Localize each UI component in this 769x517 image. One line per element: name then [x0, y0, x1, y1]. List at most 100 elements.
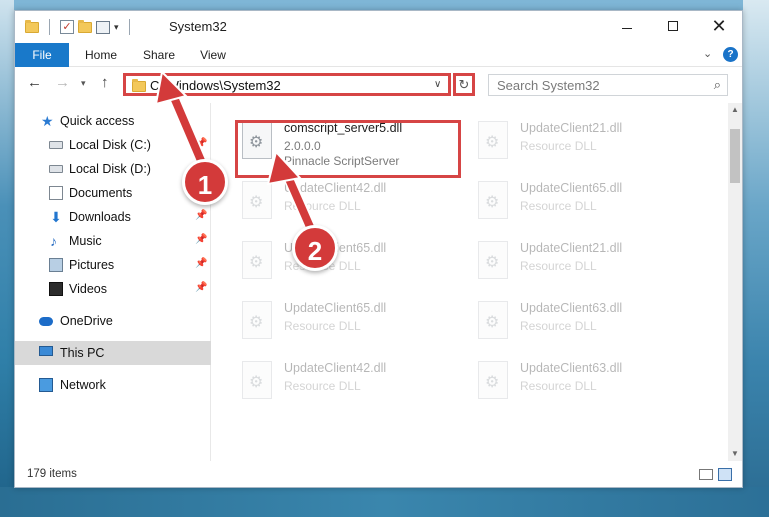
scroll-down-icon[interactable]: ▼ — [728, 449, 742, 458]
drive-icon — [49, 165, 63, 173]
quick-access-toolbar: ✓ ▾ — [25, 19, 136, 35]
expand-ribbon-chevron-icon[interactable]: ⌄ — [703, 47, 712, 60]
close-icon: ✕ — [711, 15, 727, 36]
recent-locations-chevron-icon[interactable]: ▾ — [81, 78, 86, 89]
toolbar-separator — [128, 19, 130, 35]
sidebar-item-label: Local Disk (C:) — [69, 138, 151, 152]
dll-file-icon — [242, 301, 272, 339]
navigation-pane: ★ Quick access Local Disk (C:) 📌 Local D… — [15, 103, 211, 461]
file-item[interactable]: UpdateClient21.dll Resource DLL — [474, 113, 704, 169]
desktop-background-left — [0, 0, 14, 517]
scrollbar-thumb[interactable] — [730, 129, 740, 183]
pin-icon: 📌 — [195, 234, 208, 245]
dll-file-icon — [478, 181, 508, 219]
file-item[interactable]: UpdateClient65.dll Resource DLL — [474, 173, 704, 229]
minimize-button[interactable] — [604, 11, 650, 41]
pin-icon: 📌 — [195, 258, 208, 269]
sidebar-item-label: This PC — [60, 346, 105, 360]
sidebar-item-pictures[interactable]: Pictures 📌 — [15, 253, 211, 277]
up-arrow-icon[interactable]: ↑ — [101, 74, 109, 91]
status-bar: 179 items — [15, 463, 742, 487]
vertical-scrollbar[interactable]: ▲ ▼ — [728, 103, 742, 461]
file-type: Resource DLL — [284, 319, 361, 333]
dll-file-icon — [478, 301, 508, 339]
callout-step-1: 1 — [182, 159, 228, 205]
pin-icon: 📌 — [195, 138, 208, 149]
sidebar-item-videos[interactable]: Videos 📌 — [15, 277, 211, 301]
pin-icon: 📌 — [195, 210, 208, 221]
maximize-icon — [668, 21, 678, 31]
sidebar-item-label: Documents — [69, 186, 133, 200]
address-row: ← → ▾ ↑ C:\Windows\System32 ∨ ↻ Search S… — [15, 68, 742, 102]
tab-share[interactable]: Share — [137, 43, 181, 67]
properties-icon[interactable] — [96, 20, 110, 34]
search-placeholder: Search System32 — [497, 78, 600, 93]
scroll-up-icon[interactable]: ▲ — [728, 105, 742, 114]
folder-icon — [25, 19, 39, 33]
file-name: UpdateClient21.dll — [520, 241, 623, 255]
file-name: UpdateClient42.dll — [284, 181, 387, 195]
file-item[interactable]: UpdateClient42.dll Resource DLL — [238, 353, 468, 409]
file-item[interactable]: UpdateClient63.dll Resource DLL — [474, 353, 704, 409]
tab-home[interactable]: Home — [77, 43, 125, 67]
tab-file[interactable]: File — [15, 43, 69, 67]
pictures-icon — [49, 258, 63, 272]
sidebar-item-label: Local Disk (D:) — [69, 162, 151, 176]
refresh-icon: ↻ — [458, 77, 470, 92]
drive-icon — [49, 141, 63, 149]
file-name: UpdateClient65.dll — [284, 301, 387, 315]
new-folder-icon[interactable] — [78, 19, 92, 33]
sidebar-item-this-pc[interactable]: This PC — [15, 341, 211, 365]
desktop-background-bottom — [0, 487, 769, 517]
window-title: System32 — [169, 19, 227, 34]
downloads-icon: ⬇ — [50, 209, 62, 225]
onedrive-icon — [39, 317, 53, 326]
music-icon: ♪ — [50, 233, 57, 249]
network-icon — [39, 378, 53, 392]
minimize-icon — [622, 27, 632, 29]
file-item[interactable]: UpdateClient42.dll Resource DLL — [238, 173, 468, 229]
file-name: UpdateClient21.dll — [520, 121, 623, 135]
refresh-button[interactable]: ↻ — [453, 73, 475, 96]
file-item[interactable]: UpdateClient63.dll Resource DLL — [474, 293, 704, 349]
sidebar-item-onedrive[interactable]: OneDrive — [15, 309, 211, 333]
star-icon: ★ — [41, 113, 54, 129]
close-button[interactable]: ✕ — [696, 11, 742, 41]
item-count: 179 items — [27, 468, 77, 480]
search-input[interactable]: Search System32 ⌕ — [488, 74, 728, 96]
file-item[interactable]: UpdateClient65.dll Resource DLL — [238, 233, 468, 289]
file-name: UpdateClient42.dll — [284, 361, 387, 375]
forward-arrow-icon[interactable]: → — [55, 74, 70, 91]
search-icon: ⌕ — [713, 77, 721, 92]
back-arrow-icon[interactable]: ← — [27, 74, 42, 91]
folder-icon — [132, 79, 146, 92]
sidebar-item-label: Network — [60, 378, 106, 392]
address-bar[interactable]: C:\Windows\System32 ∨ — [123, 73, 451, 96]
dll-file-icon — [478, 361, 508, 399]
sidebar-item-downloads[interactable]: ⬇ Downloads 📌 — [15, 205, 211, 229]
details-view-icon[interactable] — [699, 469, 713, 480]
sidebar-item-music[interactable]: ♪ Music 📌 — [15, 229, 211, 253]
file-type: Resource DLL — [520, 139, 597, 153]
tab-view[interactable]: View — [193, 43, 233, 67]
help-icon[interactable]: ? — [723, 47, 738, 62]
large-icons-view-icon[interactable] — [718, 468, 732, 481]
file-type: Resource DLL — [520, 379, 597, 393]
sidebar-item-label: Music — [69, 234, 102, 248]
address-dropdown-chevron-icon[interactable]: ∨ — [434, 79, 441, 90]
dll-file-icon — [242, 241, 272, 279]
sidebar-item-quick-access[interactable]: ★ Quick access — [15, 109, 211, 133]
documents-icon — [49, 186, 63, 200]
sidebar-item-network[interactable]: Network — [15, 373, 211, 397]
sidebar-item-local-disk-c[interactable]: Local Disk (C:) 📌 — [15, 133, 211, 157]
file-item[interactable]: UpdateClient65.dll Resource DLL — [238, 293, 468, 349]
dll-file-icon — [242, 181, 272, 219]
properties-check-icon[interactable]: ✓ — [60, 20, 74, 34]
sidebar-item-label: OneDrive — [60, 314, 113, 328]
file-type: Resource DLL — [520, 319, 597, 333]
file-item[interactable]: UpdateClient21.dll Resource DLL — [474, 233, 704, 289]
customize-toolbar-chevron-icon[interactable]: ▾ — [114, 22, 119, 33]
file-name: UpdateClient63.dll — [520, 301, 623, 315]
file-name: UpdateClient65.dll — [520, 181, 623, 195]
maximize-button[interactable] — [650, 11, 696, 41]
